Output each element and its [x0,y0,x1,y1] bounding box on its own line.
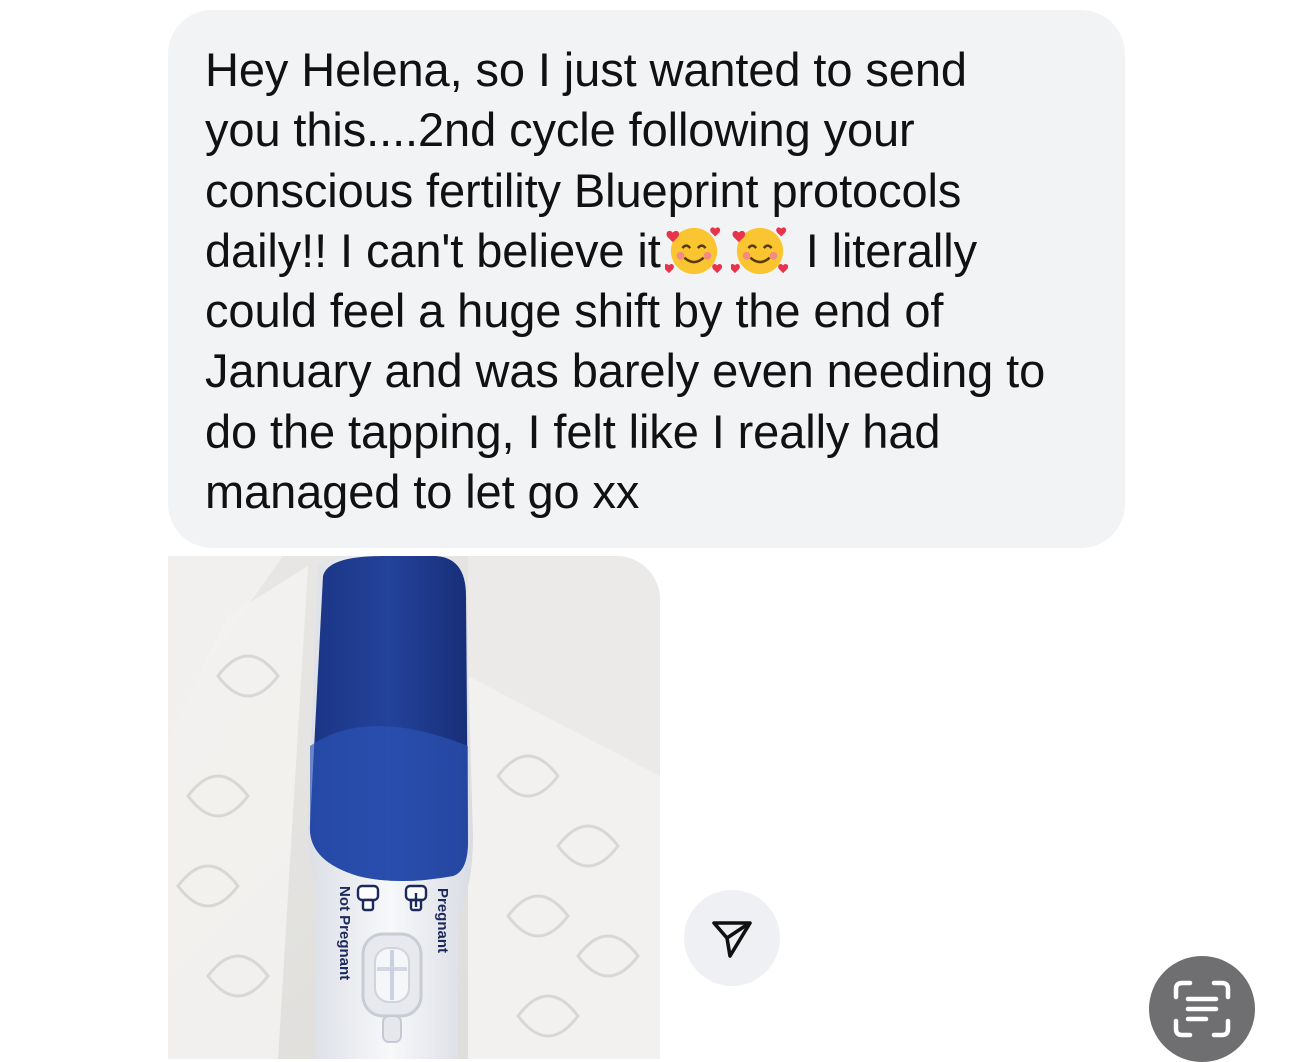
share-button[interactable] [684,890,780,986]
text-scan-icon [1173,980,1231,1038]
photo-illustration: Not Pregnant Pregnant [168,556,660,1059]
message-bubble[interactable]: Hey Helena, so I just wanted to send you… [168,10,1125,548]
smiling-face-with-hearts-icon [730,227,788,274]
message-line: daily!! I can't believe it [205,223,661,277]
pregnancy-test-photo[interactable]: Not Pregnant Pregnant [168,556,660,1059]
message-text: Hey Helena, so I just wanted to send you… [205,40,1095,522]
label-not-pregnant: Not Pregnant [336,886,353,980]
message-line: I literally [805,223,977,277]
smiling-face-with-hearts-icon [664,227,722,274]
message-line: managed to let go xx [205,465,640,519]
message-line: could feel a huge shift by the end of [205,284,944,338]
message-line: Hey Helena, so I just wanted to send [205,43,967,96]
text-scan-button[interactable] [1149,956,1255,1062]
paper-plane-icon [712,921,752,958]
message-line: conscious fertility Blueprint protocols [205,163,962,217]
message-line: do the tapping, I felt like I really had [205,404,941,458]
message-line: January and was barely even needing to [205,344,1046,398]
label-pregnant: Pregnant [434,888,451,953]
message-line: you this....2nd cycle following your [205,103,915,157]
